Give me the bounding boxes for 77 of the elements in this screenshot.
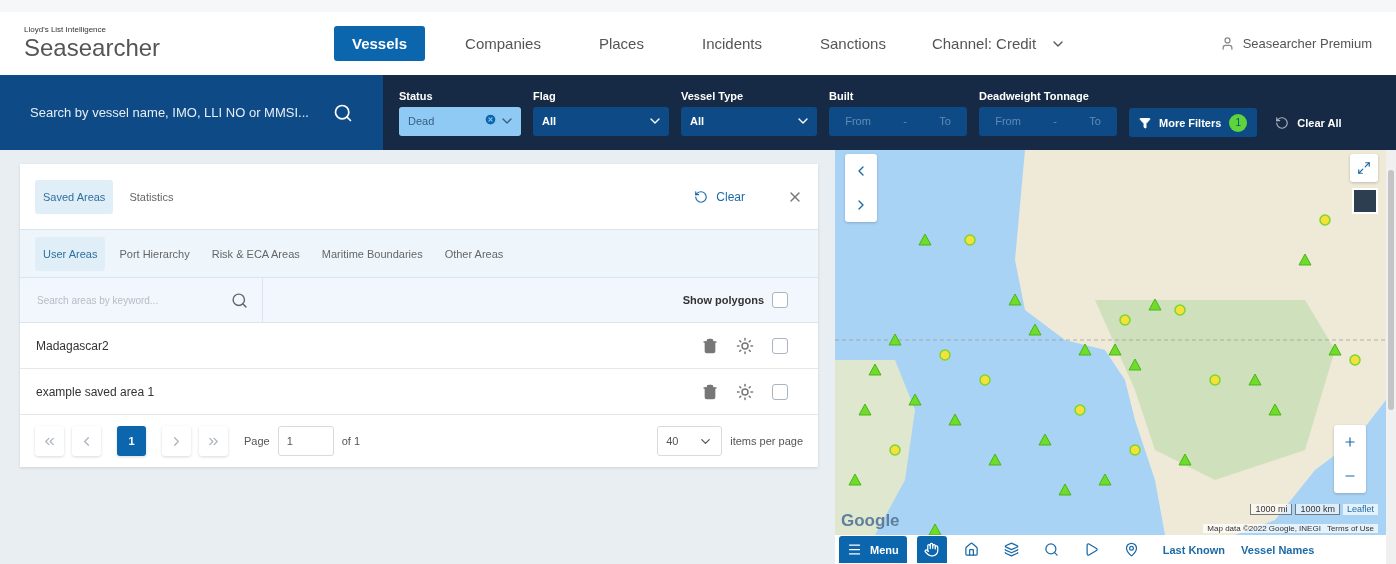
map-attribution: Map data ©2022 Google, INEGI	[1207, 524, 1321, 533]
filter-select[interactable]: All	[533, 106, 669, 136]
terms-link[interactable]: Terms of Use	[1326, 524, 1374, 533]
reset-icon	[1275, 115, 1290, 130]
delete-button[interactable]	[702, 383, 718, 400]
clear-all-button[interactable]: Clear All	[1269, 114, 1348, 131]
per-page-label: items per page	[730, 435, 803, 447]
scale-bar: 1000 mi	[1250, 504, 1293, 515]
reset-icon	[694, 189, 709, 204]
map-link[interactable]: Vessel Names	[1241, 543, 1315, 556]
highlight-button[interactable]	[736, 336, 754, 355]
channel-dropdown[interactable]: Channel: Credit	[925, 34, 1073, 53]
area-checkbox[interactable]	[772, 337, 788, 354]
more-filters-button[interactable]: More Filters 1	[1129, 108, 1258, 137]
fullscreen-icon	[1357, 161, 1371, 175]
play-icon	[1084, 542, 1100, 557]
map-link[interactable]: Last Known	[1162, 543, 1226, 556]
show-polygons-label: Show polygons	[682, 294, 764, 306]
page-label: Page	[244, 435, 270, 447]
filter-label: Deadweight Tonnage	[979, 89, 1090, 102]
area-tab[interactable]: User Areas	[35, 236, 106, 271]
menu-icon	[847, 542, 862, 557]
trash-icon	[702, 337, 718, 354]
filter-label: Built	[829, 89, 855, 102]
filter-select[interactable]: Dead	[399, 106, 521, 136]
area-tab[interactable]: Port Hierarchy	[111, 236, 198, 271]
area-checkbox[interactable]	[772, 383, 788, 400]
user-icon	[1219, 36, 1235, 51]
product-logo: Seasearcher	[24, 34, 162, 62]
panel-tab[interactable]: Statistics	[121, 179, 182, 214]
filter-select[interactable]: All	[681, 106, 817, 136]
search-icon[interactable]	[231, 291, 248, 309]
map-layer-thumbnail[interactable]	[1352, 188, 1378, 214]
filter-label: Flag	[533, 89, 557, 102]
clear-value-icon[interactable]	[484, 113, 497, 126]
nav-tab[interactable]: Sanctions	[802, 26, 904, 61]
page-button[interactable]: 1	[117, 426, 146, 456]
area-tab[interactable]: Other Areas	[436, 236, 512, 271]
scale-bar: 1000 km	[1295, 504, 1340, 515]
user-name[interactable]: Seasearcher Premium	[1242, 36, 1372, 51]
trash-icon	[702, 383, 718, 400]
sun-icon	[736, 382, 754, 401]
per-page-dropdown[interactable]: 40	[657, 426, 723, 456]
panel-tab[interactable]: Saved Areas	[35, 179, 114, 214]
page-input[interactable]: 1	[277, 426, 334, 456]
map-provider-logo: Google	[841, 511, 900, 531]
company-name: Lloyd's List Intelligence	[24, 25, 108, 34]
pin-icon	[1124, 542, 1140, 557]
hand-tool-button[interactable]	[916, 536, 947, 563]
vessel-search-field[interactable]: Search by vessel name, IMO, LLI NO or MMSI...	[30, 105, 309, 120]
search-icon[interactable]	[333, 102, 353, 123]
house-icon	[964, 542, 980, 557]
nav-tab[interactable]: Vessels	[334, 26, 426, 61]
filter-icon	[1139, 116, 1151, 129]
filter-label: Vessel Type	[681, 89, 745, 102]
search-icon	[1044, 542, 1060, 557]
area-name: example saved area 1	[36, 384, 156, 399]
clear-button[interactable]: Clear	[688, 188, 751, 205]
delete-button[interactable]	[702, 337, 718, 354]
plus-icon	[1343, 435, 1357, 449]
highlight-button[interactable]	[736, 382, 754, 401]
sun-icon	[736, 336, 754, 355]
filter-label: Status	[399, 89, 434, 102]
page-total: of 1	[341, 435, 361, 447]
nav-tab[interactable]: Places	[580, 26, 662, 61]
leaflet-link[interactable]: Leaflet	[1342, 504, 1378, 515]
hand-icon	[924, 542, 940, 557]
area-tab[interactable]: Maritime Boundaries	[313, 236, 431, 271]
layers-icon	[1004, 542, 1020, 557]
area-tab[interactable]: Risk & ECA Areas	[203, 236, 308, 271]
filter-count: 1	[1229, 113, 1248, 132]
area-name: Madagascar2	[36, 338, 110, 353]
menu-button[interactable]: Menu	[839, 536, 907, 563]
nav-tab[interactable]: Incidents	[683, 26, 780, 61]
nav-tab[interactable]: Companies	[447, 26, 559, 61]
scrollbar-thumb[interactable]	[1388, 170, 1394, 410]
show-polygons-checkbox[interactable]	[772, 292, 788, 308]
